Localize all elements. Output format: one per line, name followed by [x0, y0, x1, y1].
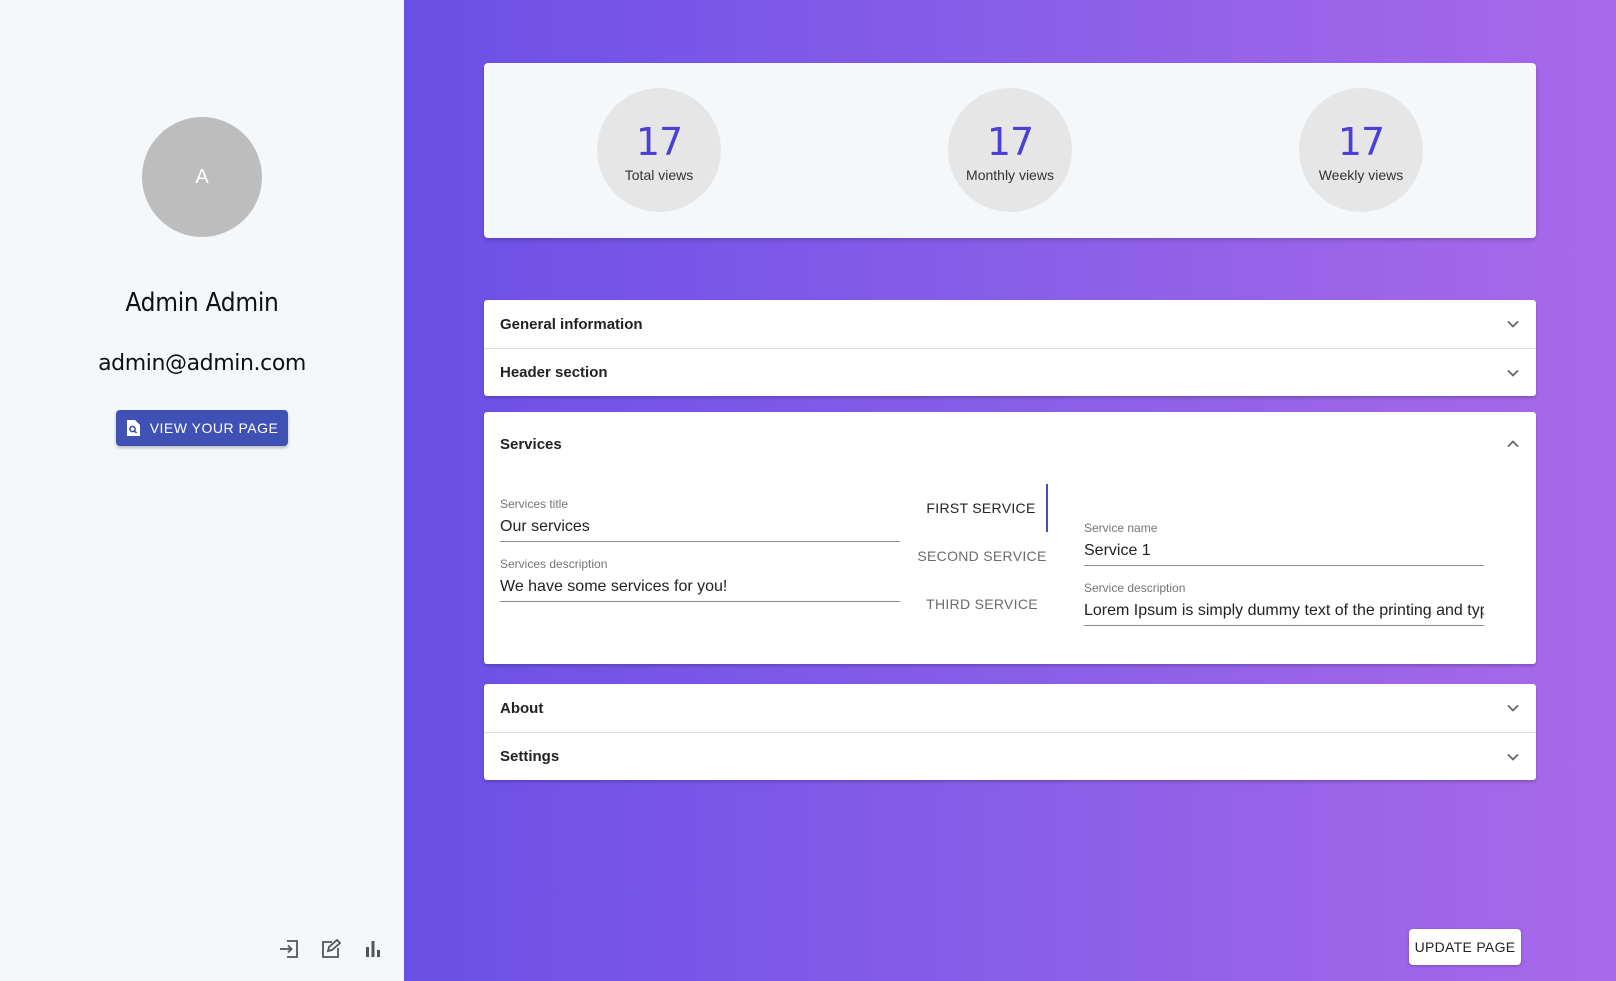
panel-title: About	[500, 699, 544, 717]
stat-label: Monthly views	[966, 167, 1054, 183]
service-name-input[interactable]: Service 1	[1084, 535, 1484, 566]
field-label: Service description	[1084, 581, 1186, 595]
chevron-down-icon	[1507, 320, 1519, 328]
chevron-down-icon	[1507, 753, 1519, 761]
edit-icon[interactable]	[318, 937, 344, 961]
chevron-down-icon	[1507, 369, 1519, 377]
services-title-field: Services title Our services	[500, 497, 900, 542]
panel-settings[interactable]: Settings	[484, 732, 1536, 780]
update-page-button[interactable]: UPDATE PAGE	[1409, 929, 1521, 965]
view-your-page-button[interactable]: VIEW YOUR PAGE	[116, 410, 288, 446]
field-label: Service name	[1084, 521, 1158, 535]
user-email: admin@admin.com	[98, 351, 306, 376]
services-description-input[interactable]: We have some services for you!	[500, 571, 900, 602]
view-your-page-label: VIEW YOUR PAGE	[149, 420, 279, 436]
avatar-initial: A	[195, 165, 209, 188]
profile-sidebar: A Admin Admin admin@admin.com VIEW YOUR …	[0, 0, 404, 981]
user-name: Admin Admin	[125, 288, 279, 318]
stat-total-views: 17 Total views	[597, 88, 721, 212]
tab-second-service[interactable]: SECOND SERVICE	[916, 532, 1048, 580]
stat-weekly-views: 17 Weekly views	[1299, 88, 1423, 212]
service-description-input[interactable]: Lorem Ipsum is simply dummy text of the …	[1084, 595, 1484, 626]
stat-value: 17	[986, 120, 1034, 164]
stat-monthly-views: 17 Monthly views	[948, 88, 1072, 212]
bar-chart-icon[interactable]	[360, 937, 386, 961]
field-label: Services description	[500, 557, 608, 571]
panel-services-header[interactable]: Services	[484, 412, 1536, 476]
stat-label: Total views	[624, 167, 694, 183]
panel-title: General information	[500, 315, 643, 333]
accordion-bottom: About Settings	[484, 684, 1536, 780]
tab-third-service[interactable]: THIRD SERVICE	[916, 580, 1048, 628]
panel-header-section[interactable]: Header section	[484, 348, 1536, 396]
logout-icon[interactable]	[276, 937, 302, 961]
panel-title: Settings	[500, 748, 560, 765]
panel-title: Header section	[500, 364, 608, 381]
avatar: A	[142, 117, 262, 237]
panel-about[interactable]: About	[484, 684, 1536, 732]
sidebar-toolbar	[276, 937, 386, 961]
stat-value: 17	[1337, 120, 1385, 164]
panel-services: Services Services title Our services Ser…	[484, 412, 1536, 664]
panel-general-information[interactable]: General information	[484, 300, 1536, 348]
service-description-field: Service description Lorem Ipsum is simpl…	[1084, 581, 1484, 626]
service-tabs: FIRST SERVICE SECOND SERVICE THIRD SERVI…	[916, 484, 1048, 628]
services-title-input[interactable]: Our services	[500, 511, 900, 542]
stat-label: Weekly views	[1318, 167, 1404, 183]
chevron-up-icon	[1507, 440, 1519, 448]
field-label: Services title	[500, 497, 569, 511]
services-body: Services title Our services Services des…	[484, 476, 1536, 664]
accordion-top: General information Header section	[484, 300, 1536, 396]
services-description-field: Services description We have some servic…	[500, 557, 900, 602]
stat-value: 17	[635, 120, 683, 164]
chevron-down-icon	[1507, 704, 1519, 712]
service-name-field: Service name Service 1	[1084, 521, 1484, 566]
page-search-icon	[126, 420, 140, 436]
panel-title: Services	[500, 435, 562, 453]
main-content: 17 Total views 17 Monthly views 17 Weekl…	[404, 0, 1616, 981]
stats-card: 17 Total views 17 Monthly views 17 Weekl…	[484, 63, 1536, 238]
tab-first-service[interactable]: FIRST SERVICE	[916, 484, 1048, 532]
